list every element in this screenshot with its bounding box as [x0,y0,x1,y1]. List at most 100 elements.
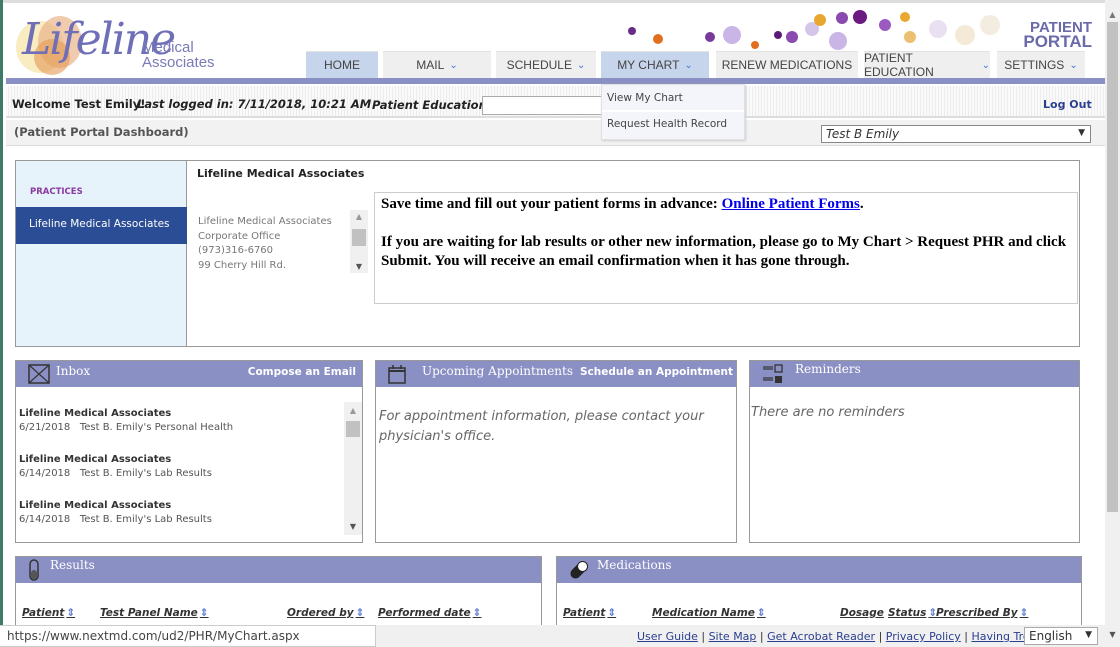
scroll-down-icon[interactable]: ▼ [344,522,362,531]
scroll-thumb[interactable] [346,421,360,437]
scroll-thumb[interactable] [352,229,366,246]
nav-my-chart[interactable]: MY CHART ⌄ [601,51,709,78]
column-header-medication-name[interactable]: Medication Name ⇕ [652,607,766,619]
sort-icon[interactable]: ⇕ [1020,607,1029,619]
logo-line2: Associates [142,54,215,71]
my-chart-dropdown: View My Chart Request Health Record [601,84,745,140]
patient-select[interactable]: Test B Emily ▼ [821,125,1091,143]
scroll-down-icon[interactable]: ▼ [1105,630,1120,639]
inbox-header: Inbox Compose an Email [16,361,362,387]
nav-settings[interactable]: SETTINGS ⌄ [997,51,1085,78]
patient-portal-title: PATIENT PORTAL [1010,20,1092,51]
checklist-icon [763,364,783,383]
site-map-link[interactable]: Site Map [709,630,757,643]
welcome-text: Welcome Test Emily! [12,97,146,111]
appointments-panel: Upcoming Appointments Schedule an Appoin… [375,360,737,543]
acrobat-reader-link[interactable]: Get Acrobat Reader [767,630,875,643]
chevron-down-icon: ⌄ [576,59,586,71]
reminders-message: There are no reminders [751,405,905,420]
top-border [3,0,1105,3]
column-label: Medication Name [652,607,755,619]
column-header-status[interactable]: Status ⇕ [888,607,937,619]
sort-icon[interactable]: ⇕ [200,607,209,619]
scroll-up-icon[interactable]: ▲ [344,406,362,415]
column-header-patient[interactable]: Patient ⇕ [22,607,75,619]
practices-heading: PRACTICES [30,187,83,197]
menu-item-request-health-record[interactable]: Request Health Record [602,112,744,139]
chevron-down-icon: ⌄ [1069,59,1078,71]
scroll-thumb[interactable] [1107,22,1118,512]
page-title: (Patient Portal Dashboard) [14,125,189,139]
sort-icon[interactable]: ⇕ [473,607,482,619]
practice-item-selected[interactable]: Lifeline Medical Associates [16,207,187,244]
chevron-down-icon: ⌄ [684,59,693,71]
language-select[interactable]: English ▼ [1024,627,1098,645]
nav-label: SCHEDULE [506,58,572,72]
nav-mail[interactable]: MAIL ⌄ [383,51,491,78]
results-header: Results [16,557,541,583]
scroll-up-icon[interactable]: ▲ [1105,10,1120,19]
inbox-scrollbar[interactable]: ▲ ▼ [344,402,362,535]
column-header-patient[interactable]: Patient ⇕ [563,607,616,619]
address-line: Corporate Office [198,230,281,242]
reminders-panel: Reminders There are no reminders [749,360,1080,543]
inbox-list: Lifeline Medical Associates 6/21/2018 Tes… [19,407,233,527]
nav-renew-medications[interactable]: RENEW MEDICATIONS [716,51,858,78]
inbox-item[interactable]: Lifeline Medical Associates 6/14/2018 Tes… [19,453,233,499]
nav-schedule[interactable]: SCHEDULE ⌄ [496,51,596,78]
logo[interactable]: Lifeline Medical Associates [12,12,242,78]
message-text: If you are waiting for lab results or ot… [381,234,1067,269]
page-scrollbar[interactable]: ▲ ▼ [1105,0,1120,647]
nav-home[interactable]: HOME [306,51,378,78]
compose-email-link[interactable]: Compose an Email [248,366,356,378]
column-header-dosage[interactable]: Dosage [840,607,884,619]
menu-item-view-my-chart[interactable]: View My Chart [602,85,744,112]
practices-panel: PRACTICES Lifeline Medical Associates Li… [15,160,1080,347]
column-label: Test Panel Name [100,607,198,619]
message-subject: Test B. Emily's Lab Results [79,468,212,479]
sort-icon[interactable]: ⇕ [356,607,365,619]
panel-title: Reminders [795,362,861,376]
message-date: 6/14/2018 [19,514,71,525]
column-header-performed-date[interactable]: Performed date ⇕ [378,607,481,619]
column-header-ordered-by[interactable]: Ordered by ⇕ [287,607,364,619]
nav-patient-education[interactable]: PATIENT EDUCATION ⌄ [864,51,990,79]
message-text: Save time and fill out your patient form… [381,196,722,212]
last-logged-in: Last logged in: 7/11/2018, 10:21 AM [137,97,372,111]
inbox-item[interactable]: Lifeline Medical Associates 6/14/2018 Tes… [19,499,233,527]
address-line: 99 Cherry Hill Rd. [198,259,287,271]
scroll-down-icon[interactable]: ▼ [350,262,368,271]
nav-label: SETTINGS [1004,58,1065,72]
inbox-item[interactable]: Lifeline Medical Associates 6/21/2018 Tes… [19,407,233,453]
calendar-icon [388,365,406,384]
address-line: (973)316-6760 [198,245,274,256]
logout-link[interactable]: Log Out [1043,98,1092,111]
portal-line2: PORTAL [1023,32,1092,51]
medications-panel: Medications Patient ⇕ Medication Name ⇕ Do… [556,556,1082,636]
nav-label: RENEW MEDICATIONS [721,58,853,72]
user-guide-link[interactable]: User Guide [637,630,698,643]
privacy-policy-link[interactable]: Privacy Policy [886,630,961,643]
address-scrollbar[interactable]: ▲ ▼ [350,210,368,273]
inbox-panel: Inbox Compose an Email Lifeline Medical … [15,360,363,543]
column-label: Performed date [378,607,471,619]
scroll-up-icon[interactable]: ▲ [350,212,368,221]
sort-icon[interactable]: ⇕ [66,607,75,619]
practice-message: Save time and fill out your patient form… [374,192,1078,304]
nav-label: HOME [324,58,360,72]
message-subject: Test B. Emily's Personal Health [79,422,234,433]
column-header-prescribed-by[interactable]: Prescribed By ⇕ [936,607,1028,619]
column-label: Prescribed By [936,607,1018,619]
sort-icon[interactable]: ⇕ [607,607,616,619]
practice-address: Lifeline Medical Associates Corporate Of… [198,215,332,273]
message-text: . [859,196,864,212]
dropdown-arrow-icon: ▼ [1078,128,1085,138]
appointments-header: Upcoming Appointments Schedule an Appoin… [376,361,736,387]
patient-select-value: Test B Emily [826,127,900,141]
sort-icon[interactable]: ⇕ [757,607,766,619]
column-header-test-panel[interactable]: Test Panel Name ⇕ [100,607,209,619]
schedule-appointment-link[interactable]: Schedule an Appointment [580,366,733,378]
online-patient-forms-link[interactable]: Online Patient Forms [722,196,860,212]
message-from: Lifeline Medical Associates [19,500,172,511]
patient-education-input[interactable] [482,96,607,115]
